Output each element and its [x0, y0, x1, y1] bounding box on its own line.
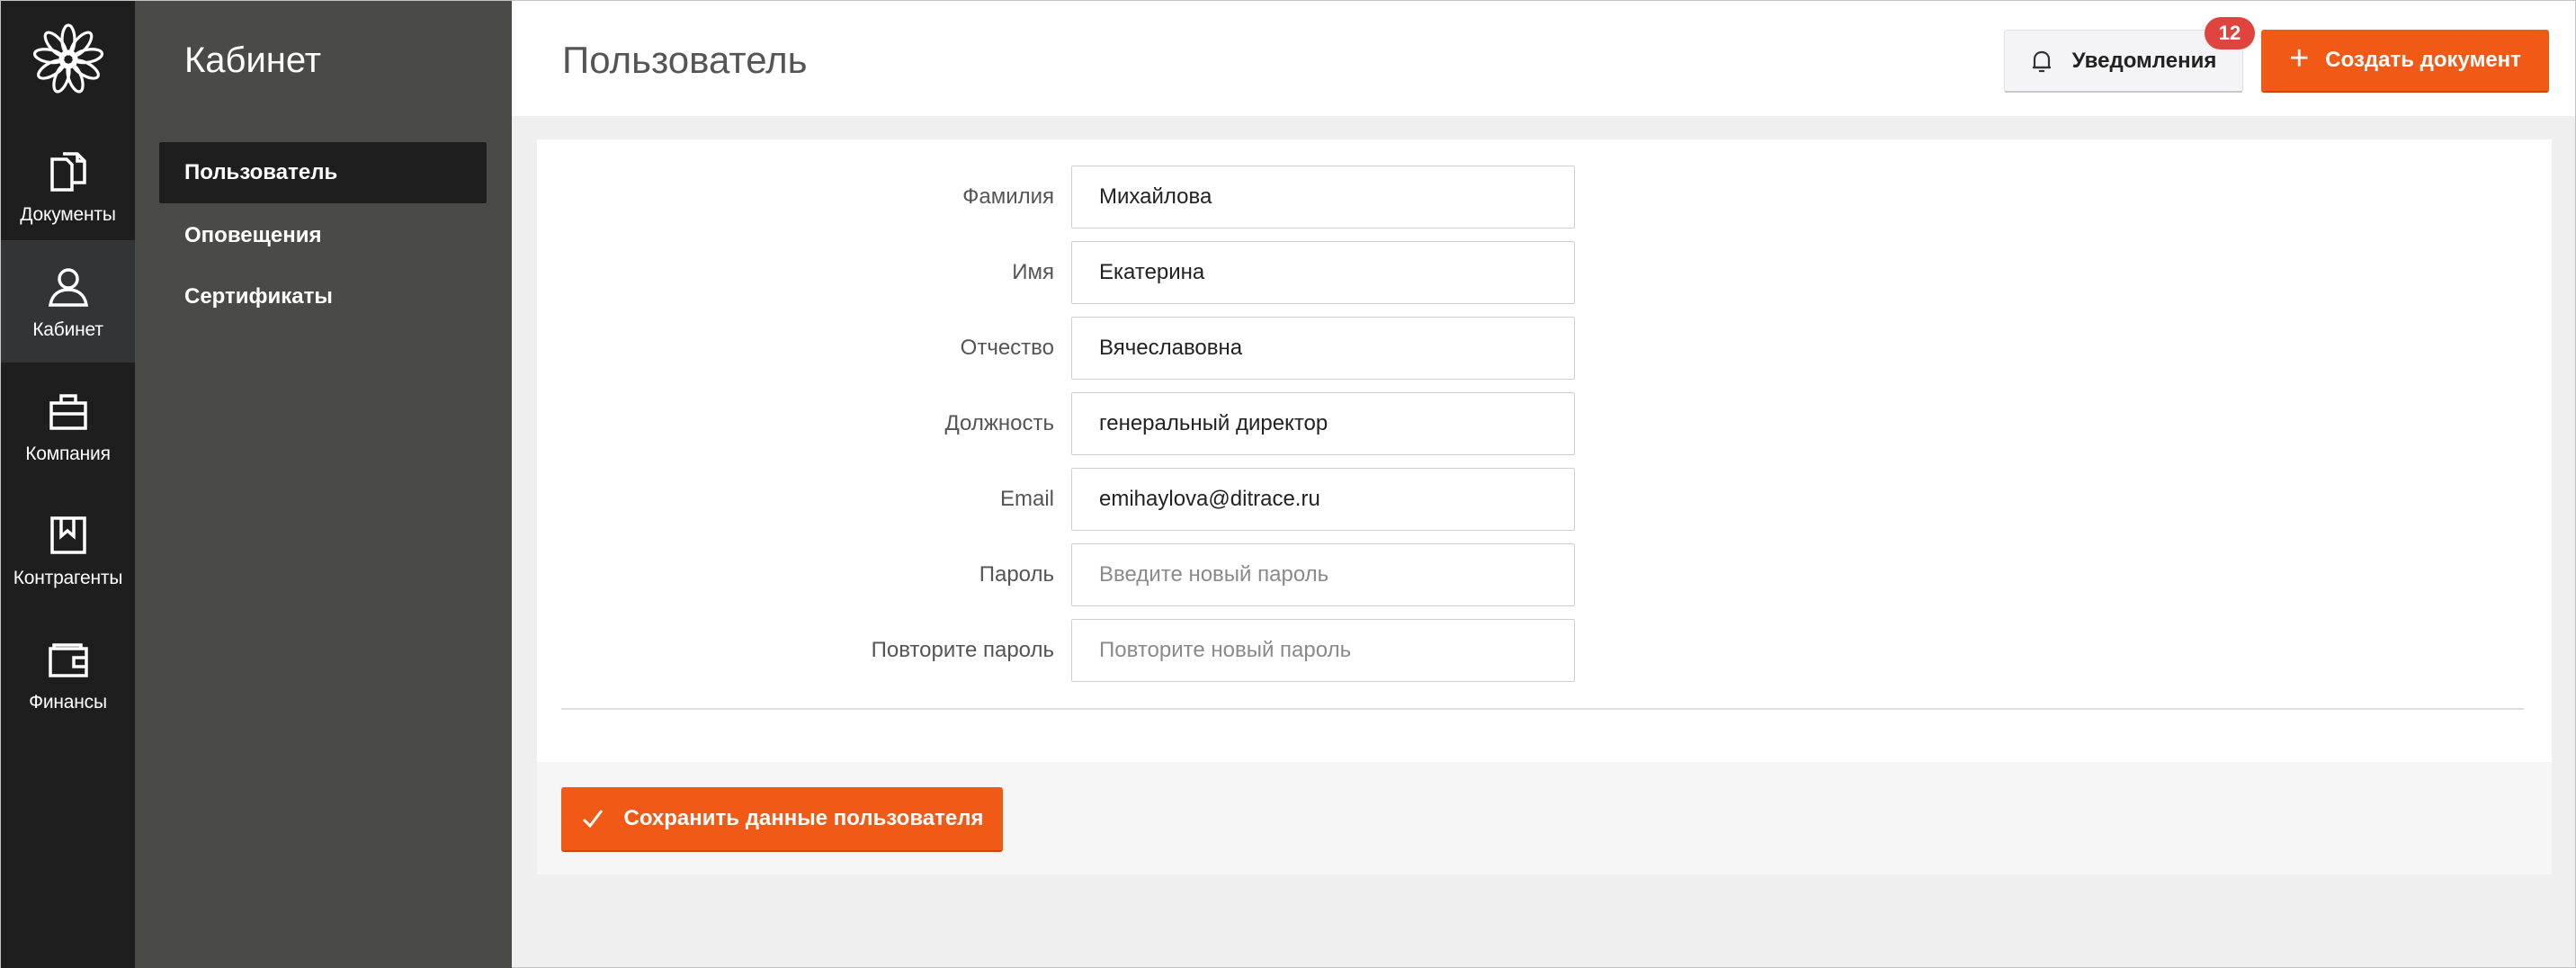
wallet-icon	[47, 636, 90, 683]
form-divider	[561, 708, 2524, 710]
rail-item-label: Компания	[25, 444, 111, 464]
rail-item-label: Финансы	[29, 692, 107, 713]
rail-item-cabinet[interactable]: Кабинет	[1, 240, 135, 363]
position-label: Должность	[944, 411, 1055, 435]
middle-name-label: Отчество	[960, 336, 1054, 360]
documents-icon	[49, 148, 88, 195]
email-field[interactable]	[1071, 468, 1575, 531]
rail-item-finance[interactable]: Финансы	[1, 613, 135, 735]
rail-item-counterparties[interactable]: Контрагенты	[1, 488, 135, 611]
rail-item-label: Контрагенты	[13, 568, 123, 588]
password-repeat-field[interactable]	[1071, 619, 1575, 682]
subnav-item-certificates[interactable]: Сертификаты	[159, 266, 487, 327]
checkmark-icon	[581, 808, 604, 829]
middle-name-field[interactable]	[1071, 317, 1575, 380]
save-user-button[interactable]: Сохранить данные пользователя	[561, 787, 1003, 852]
bell-icon	[2031, 49, 2053, 74]
form-row-position: Должность	[537, 392, 1055, 455]
create-document-button[interactable]: + Создать документ	[2261, 30, 2549, 93]
notifications-count-badge: 12	[2205, 17, 2255, 49]
password-label: Пароль	[979, 562, 1054, 587]
page-header: Пользователь Уведомления 12 + Создать до…	[512, 1, 2575, 116]
rail-item-label: Документы	[20, 204, 116, 225]
subnav-title: Кабинет	[184, 40, 322, 80]
email-label: Email	[999, 487, 1054, 511]
password-repeat-label: Повторите пароль	[871, 638, 1054, 662]
rail-item-label: Кабинет	[32, 319, 103, 340]
last-name-field[interactable]	[1071, 166, 1575, 229]
first-name-label: Имя	[1012, 260, 1054, 284]
briefcase-icon	[48, 388, 89, 435]
save-user-label: Сохранить данные пользователя	[623, 806, 984, 830]
form-row-first-name: Имя	[537, 241, 1054, 304]
form-row-email: Email	[537, 468, 1054, 531]
bookmark-book-icon	[49, 512, 88, 559]
form-row-password-repeat: Повторите пароль	[537, 619, 1054, 682]
rail-item-company[interactable]: Компания	[1, 364, 135, 487]
form-row-middle-name: Отчество	[537, 317, 1054, 380]
subnav-item-notifications[interactable]: Оповещения	[159, 205, 487, 266]
main-nav-rail: Документы Кабинет Компания Контрагенты Ф…	[1, 1, 135, 968]
flower-logo-icon[interactable]	[1, 1, 135, 118]
form-row-last-name: Фамилия	[537, 166, 1054, 229]
cabinet-subnav: Кабинет Пользователь Оповещения Сертифик…	[135, 1, 512, 968]
create-document-label: Создать документ	[2325, 48, 2521, 72]
last-name-label: Фамилия	[962, 184, 1054, 209]
first-name-field[interactable]	[1071, 241, 1575, 304]
notifications-label: Уведомления	[2071, 48, 2217, 73]
password-field[interactable]	[1071, 543, 1575, 606]
rail-item-documents[interactable]: Документы	[1, 125, 135, 247]
subnav-item-user[interactable]: Пользователь	[159, 142, 487, 203]
page-title: Пользователь	[562, 39, 808, 81]
plus-icon: +	[2289, 40, 2310, 77]
form-row-password: Пароль	[537, 543, 1054, 606]
user-icon	[47, 264, 90, 310]
position-field[interactable]	[1071, 392, 1575, 455]
